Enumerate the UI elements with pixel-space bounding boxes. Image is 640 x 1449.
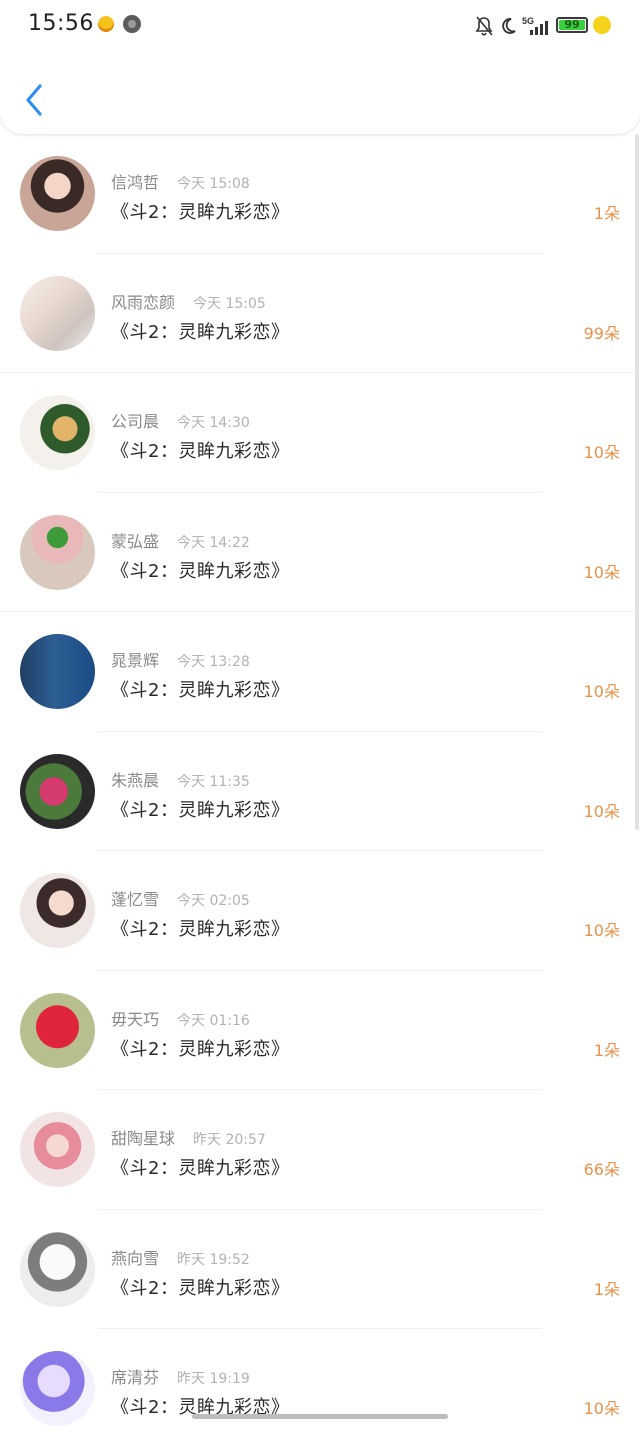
moon-icon (502, 18, 516, 34)
avatar[interactable] (20, 1231, 95, 1307)
flower-count: 99朵 (583, 323, 620, 343)
list-item[interactable]: 燕向雪 昨天 19:52 《斗2：灵眸九彩恋》 1朵 (0, 1210, 640, 1329)
assistant-icon (123, 15, 141, 33)
battery-level: 99 (564, 18, 580, 31)
user-name: 晁景辉 (111, 651, 160, 670)
home-indicator[interactable] (192, 1414, 448, 1419)
gift-title: 《斗2：灵眸九彩恋》 (111, 1277, 290, 1299)
user-name: 毋天巧 (111, 1009, 160, 1029)
user-name: 朱燕晨 (111, 770, 160, 790)
flower-count: 1朵 (593, 204, 620, 223)
user-name: 公司晨 (111, 412, 160, 431)
list-item[interactable]: 朱燕晨 今天 11:35 《斗2：灵眸九彩恋》 10朵 (0, 732, 640, 851)
back-icon[interactable] (20, 80, 52, 120)
timestamp: 今天 02:05 (177, 893, 250, 909)
timestamp: 今天 13:28 (177, 654, 250, 670)
avatar[interactable] (20, 634, 95, 709)
list-item[interactable]: 毋天巧 今天 01:16 《斗2：灵眸九彩恋》 1朵 (0, 971, 640, 1090)
battery-icon: 99 (556, 17, 588, 33)
list-item[interactable]: 蓬忆雪 今天 02:05 《斗2：灵眸九彩恋》 10朵 (0, 851, 640, 971)
signal-icon: 5G (522, 16, 548, 35)
svg-text:5G: 5G (522, 16, 534, 26)
timestamp: 今天 01:16 (177, 1012, 250, 1029)
gift-title: 《斗2：灵眸九彩恋》 (111, 321, 290, 343)
list-item[interactable]: 蒙弘盛 今天 14:22 《斗2：灵眸九彩恋》 10朵 (0, 493, 640, 612)
flower-count: 1朵 (593, 1040, 620, 1060)
timestamp: 昨天 19:19 (177, 1371, 250, 1387)
timestamp: 今天 15:08 (177, 176, 250, 192)
avatar[interactable] (20, 156, 95, 231)
list-item[interactable]: 席清芬 昨天 19:19 《斗2：灵眸九彩恋》 10朵 (0, 1329, 640, 1449)
flower-count: 10朵 (583, 801, 620, 821)
status-bar: 15:56 5G 99 (0, 0, 640, 52)
gift-title: 《斗2：灵眸九彩恋》 (111, 1038, 290, 1060)
gift-title: 《斗2：灵眸九彩恋》 (111, 919, 290, 940)
charging-icon (593, 16, 611, 34)
gift-title: 《斗2：灵眸九彩恋》 (111, 560, 290, 582)
user-name: 甜陶星球 (111, 1129, 176, 1148)
gift-title: 《斗2：灵眸九彩恋》 (111, 202, 290, 223)
user-name: 蒙弘盛 (111, 531, 160, 551)
user-name: 风雨恋颜 (111, 292, 176, 312)
timestamp: 昨天 19:52 (177, 1251, 250, 1268)
bell-off-icon (475, 16, 493, 36)
timestamp: 今天 11:35 (177, 773, 250, 790)
flower-count: 10朵 (583, 921, 620, 940)
list-item[interactable]: 风雨恋颜 今天 15:05 《斗2：灵眸九彩恋》 99朵 (0, 254, 640, 373)
avatar[interactable] (20, 873, 95, 948)
user-name: 蓬忆雪 (111, 890, 160, 909)
gift-record-list: 信鸿哲 今天 15:08 《斗2：灵眸九彩恋》 1朵 风雨恋颜 今天 15:05 《… (0, 134, 640, 1449)
flower-count: 10朵 (583, 443, 620, 462)
avatar[interactable] (20, 395, 95, 470)
list-item[interactable]: 公司晨 今天 14:30 《斗2：灵眸九彩恋》 10朵 (0, 373, 640, 493)
avatar[interactable] (20, 275, 95, 351)
timestamp: 今天 14:22 (177, 534, 250, 551)
avatar[interactable] (20, 1351, 95, 1426)
app-notification-icon (98, 16, 114, 32)
top-bar: 15:56 5G 99 (0, 0, 640, 134)
user-name: 席清芬 (111, 1368, 160, 1387)
list-item[interactable]: 信鸿哲 今天 15:08 《斗2：灵眸九彩恋》 1朵 (0, 134, 640, 254)
list-item[interactable]: 晁景辉 今天 13:28 《斗2：灵眸九彩恋》 10朵 (0, 612, 640, 732)
flower-count: 66朵 (583, 1160, 620, 1179)
gift-title: 《斗2：灵眸九彩恋》 (111, 1158, 290, 1179)
flower-count: 10朵 (583, 562, 620, 582)
gift-title: 《斗2：灵眸九彩恋》 (111, 799, 290, 821)
avatar[interactable] (20, 992, 95, 1068)
flower-count: 1朵 (593, 1279, 620, 1299)
user-name: 信鸿哲 (111, 173, 160, 192)
gift-title: 《斗2：灵眸九彩恋》 (111, 441, 290, 462)
flower-count: 10朵 (583, 1399, 620, 1418)
status-time: 15:56 (28, 11, 94, 36)
timestamp: 今天 14:30 (177, 415, 250, 431)
user-name: 燕向雪 (111, 1248, 160, 1268)
avatar[interactable] (20, 753, 95, 829)
avatar[interactable] (20, 514, 95, 590)
scrollbar[interactable] (635, 134, 639, 830)
avatar[interactable] (20, 1112, 95, 1187)
gift-title: 《斗2：灵眸九彩恋》 (111, 680, 290, 701)
timestamp: 昨天 20:57 (193, 1132, 266, 1148)
timestamp: 今天 15:05 (193, 295, 266, 312)
list-item[interactable]: 甜陶星球 昨天 20:57 《斗2：灵眸九彩恋》 66朵 (0, 1090, 640, 1210)
flower-count: 10朵 (583, 682, 620, 701)
